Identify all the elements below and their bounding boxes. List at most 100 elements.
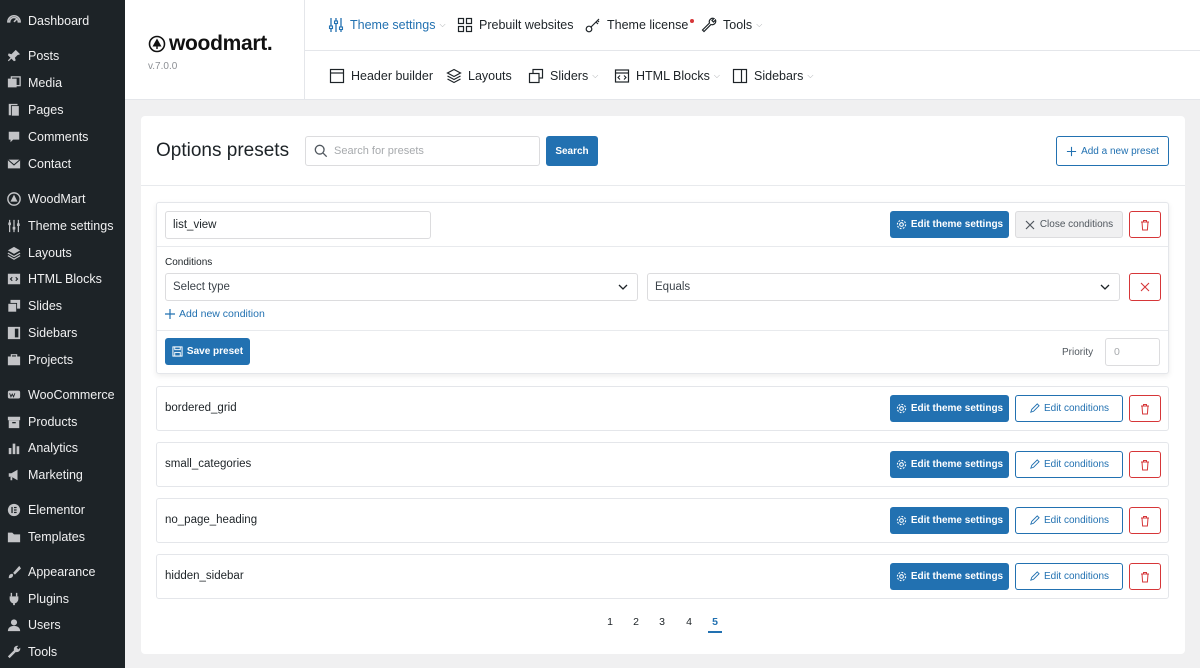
panel-header: Options presets Search Add a new preset [141, 116, 1185, 186]
wrench-icon [701, 17, 717, 33]
page-title: Options presets [156, 140, 290, 161]
briefcase-icon [7, 353, 21, 367]
sidebar-item-pages[interactable]: Pages [0, 98, 125, 122]
sidebar-item-slides[interactable]: Slides [0, 294, 125, 318]
search-input[interactable] [334, 145, 524, 157]
add-condition-link[interactable]: Add new condition [165, 308, 265, 320]
pencil-icon [1030, 571, 1040, 581]
sidebar-item-comments[interactable]: Comments [0, 125, 125, 149]
edit-theme-settings-button[interactable]: Edit theme settings [890, 563, 1009, 590]
priority-input[interactable]: 0 [1105, 338, 1160, 366]
nav-header-builder[interactable]: Header builder [329, 66, 433, 86]
pin-icon [7, 49, 21, 63]
nav-label: HTML Blocks [636, 69, 710, 83]
sidebar-item-dashboard[interactable]: Dashboard [0, 9, 125, 33]
gear-icon [896, 459, 907, 470]
trash-icon [1141, 571, 1149, 582]
page-link[interactable]: 1 [603, 616, 617, 628]
nav-html-blocks[interactable]: HTML Blocks ⌵ [614, 66, 720, 86]
edit-conditions-button[interactable]: Edit conditions [1015, 395, 1123, 422]
nav-sliders[interactable]: Sliders ⌵ [528, 66, 598, 86]
sidebar-item-label: Media [28, 76, 63, 90]
sidebar-item-projects[interactable]: Projects [0, 348, 125, 372]
chevron-down-icon: ⌵ [439, 20, 446, 29]
sidebar-item-appearance[interactable]: Appearance [0, 560, 125, 584]
sidebar-item-marketing[interactable]: Marketing [0, 463, 125, 487]
nav-tools[interactable]: Tools ⌵ [701, 15, 762, 35]
trash-icon [1141, 459, 1149, 470]
condition-comparison-select[interactable]: Equals [647, 273, 1120, 301]
sidebar-item-templates[interactable]: Templates [0, 525, 125, 549]
sidebar-item-media[interactable]: Media [0, 71, 125, 95]
plug-icon [7, 592, 21, 606]
slides-icon [528, 68, 544, 84]
woodmart-logo[interactable]: woodmart. [148, 32, 273, 56]
preset-row: no_page_heading Edit theme settings Edit… [156, 498, 1169, 543]
nav-theme-license[interactable]: Theme license [585, 15, 695, 35]
sidebar-item-users[interactable]: Users [0, 613, 125, 637]
edit-theme-settings-button[interactable]: Edit theme settings [890, 451, 1009, 478]
edit-conditions-button[interactable]: Edit conditions [1015, 507, 1123, 534]
conditions-label: Edit conditions [1043, 403, 1110, 414]
delete-preset-button[interactable] [1129, 395, 1161, 422]
sidebar-item-sidebars[interactable]: Sidebars [0, 321, 125, 345]
sidebar-item-theme-settings[interactable]: Theme settings [0, 214, 125, 238]
nav-label: Tools [723, 18, 753, 32]
page-link[interactable]: 4 [682, 616, 696, 628]
sidebar-item-label: Appearance [28, 565, 96, 579]
nav-label: Theme settings [350, 18, 436, 32]
logo-area: woodmart. v.7.0.0 [125, 0, 305, 100]
preset-name: hidden_sidebar [165, 570, 244, 582]
edit-conditions-button[interactable]: Edit conditions [1015, 451, 1123, 478]
nav-prebuilt-websites[interactable]: Prebuilt websites [457, 15, 574, 35]
close-conditions-button[interactable]: Close conditions [1015, 211, 1123, 238]
conditions-label: Edit conditions [1043, 515, 1110, 526]
edit-conditions-button[interactable]: Edit conditions [1015, 563, 1123, 590]
sidebar-item-tools[interactable]: Tools [0, 640, 125, 664]
delete-preset-button[interactable] [1129, 563, 1161, 590]
sidebar-item-elementor[interactable]: Elementor [0, 498, 125, 522]
sidebar-item-label: Contact [28, 157, 72, 171]
search-icon [314, 144, 328, 158]
page-link[interactable]: 2 [629, 616, 643, 628]
edit-label: Edit theme settings [910, 219, 1004, 230]
sidebar-item-contact[interactable]: Contact [0, 152, 125, 176]
search-button[interactable]: Search [546, 136, 598, 166]
sidebar-item-layouts[interactable]: Layouts [0, 241, 125, 265]
window-icon [329, 68, 345, 84]
page-link-current[interactable]: 5 [708, 616, 722, 633]
delete-preset-button[interactable] [1129, 451, 1161, 478]
sidebar-item-html-blocks[interactable]: HTML Blocks [0, 267, 125, 291]
add-condition-label: Add new condition [179, 308, 265, 320]
sidebar-item-woodmart[interactable]: WoodMart [0, 187, 125, 211]
add-preset-button[interactable]: Add a new preset [1056, 136, 1169, 166]
page-link[interactable]: 3 [655, 616, 669, 628]
sidebar-item-label: HTML Blocks [28, 272, 102, 286]
sidebar-item-woocommerce[interactable]: WooCommerce [0, 383, 125, 407]
pencil-icon [1030, 515, 1040, 525]
save-icon [172, 346, 183, 357]
bar-chart-icon [7, 441, 21, 455]
condition-type-select[interactable]: Select type [165, 273, 638, 301]
sidebar-item-label: Products [28, 415, 78, 429]
sidebar-item-plugins[interactable]: Plugins [0, 587, 125, 611]
edit-theme-settings-button[interactable]: Edit theme settings [890, 395, 1009, 422]
conditions-label: Conditions [165, 257, 213, 268]
edit-theme-settings-button[interactable]: Edit theme settings [890, 211, 1009, 238]
sidebar-item-label: Elementor [28, 503, 85, 517]
key-icon [585, 17, 601, 33]
sidebar-item-posts[interactable]: Posts [0, 44, 125, 68]
delete-preset-button[interactable] [1129, 507, 1161, 534]
save-preset-button[interactable]: Save preset [165, 338, 250, 365]
sidebar-item-label: Templates [28, 530, 85, 544]
delete-preset-button[interactable] [1129, 211, 1161, 238]
sidebar-item-analytics[interactable]: Analytics [0, 436, 125, 460]
edit-theme-settings-button[interactable]: Edit theme settings [890, 507, 1009, 534]
sliders-icon [328, 17, 344, 33]
nav-sidebars[interactable]: Sidebars ⌵ [732, 66, 813, 86]
nav-theme-settings[interactable]: Theme settings ⌵ [328, 15, 446, 35]
sidebar-item-products[interactable]: Products [0, 410, 125, 434]
preset-name-input[interactable]: list_view [165, 211, 431, 239]
remove-condition-button[interactable] [1129, 273, 1161, 301]
nav-layouts[interactable]: Layouts [446, 66, 512, 86]
